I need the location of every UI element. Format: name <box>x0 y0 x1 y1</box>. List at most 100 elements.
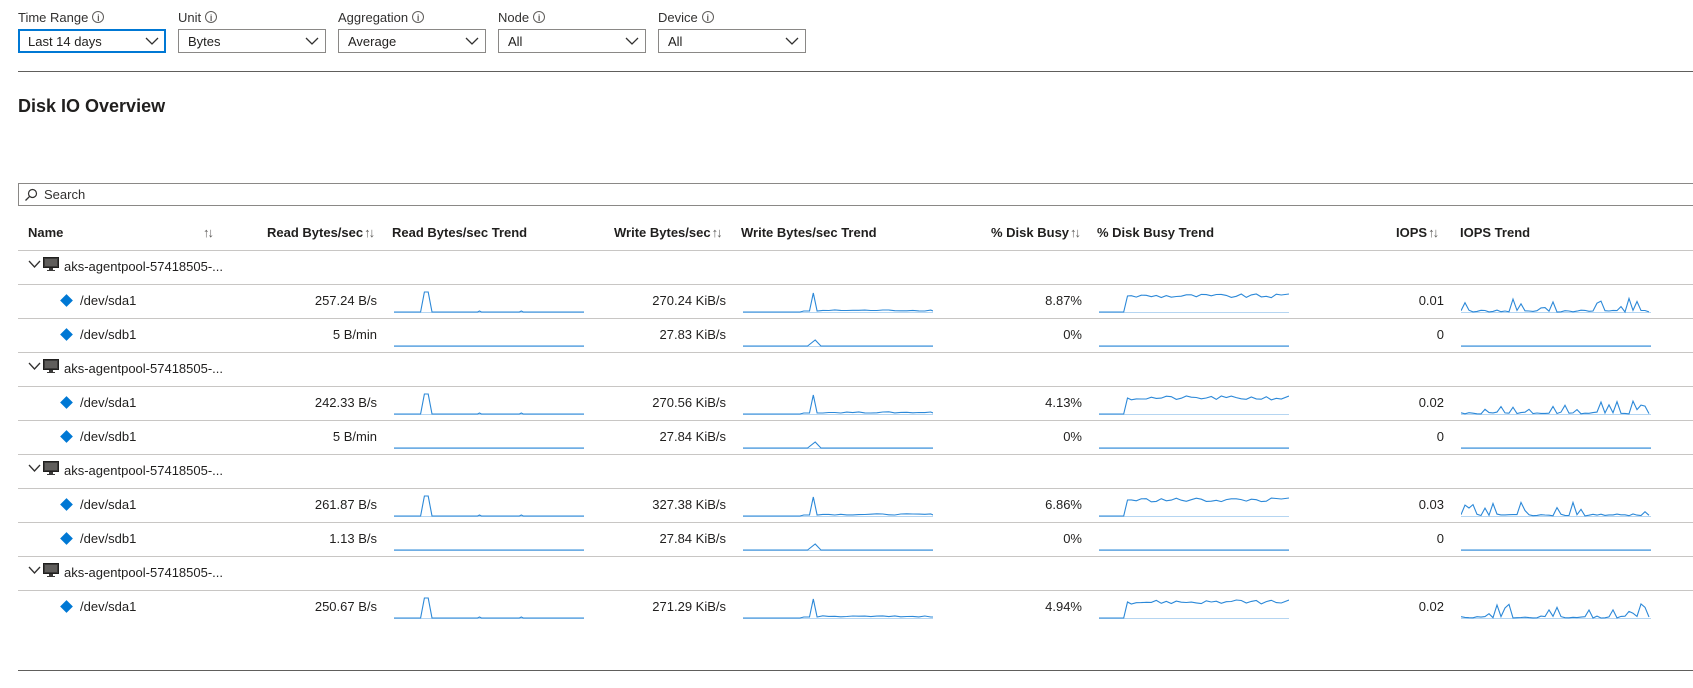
col-header-write-trend: Write Bytes/sec Trend <box>741 224 877 240</box>
sort-icon: ↑↓ <box>1428 224 1439 240</box>
header-label: Read Bytes/sec <box>267 224 364 240</box>
info-icon[interactable]: i <box>412 11 425 23</box>
divider <box>18 71 1693 72</box>
write-bytes-value: 327.38 KiB/s <box>652 497 726 512</box>
node-name: aks-agentpool-57418505-... <box>64 463 224 478</box>
header-label: % Disk Busy <box>991 224 1070 240</box>
disk-busy-value: 4.13% <box>1045 395 1082 410</box>
unit-dropdown[interactable]: Bytes <box>178 29 326 53</box>
disk-icon <box>60 430 73 443</box>
node-group-row[interactable]: aks-agentpool-57418505-... <box>0 556 1693 590</box>
node-name: aks-agentpool-57418505-... <box>64 361 224 376</box>
device-row[interactable]: /dev/sda1 257.24 B/s 270.24 KiB/s 8.87% 0.01 <box>0 284 1693 318</box>
write-trend-line <box>743 394 933 415</box>
sort-icon: ↑↓ <box>364 224 375 240</box>
read-sparkline <box>394 393 584 415</box>
disk-icon <box>60 396 73 409</box>
device-row[interactable]: /dev/sda1 242.33 B/s 270.56 KiB/s 4.13% 0.02 <box>0 386 1693 420</box>
write-bytes-value: 27.84 KiB/s <box>659 531 727 546</box>
col-header-iops[interactable]: IOPS ↑↓ <box>1396 224 1439 240</box>
node-group-row[interactable]: aks-agentpool-57418505-... <box>0 454 1693 488</box>
device-name: /dev/sda1 <box>80 395 137 410</box>
filter-node: Node i All <box>498 8 646 53</box>
info-icon[interactable]: i <box>533 11 546 23</box>
busy-sparkline <box>1099 293 1289 313</box>
chevron-down-icon[interactable] <box>28 463 41 473</box>
header-label: Read Bytes/sec Trend <box>392 224 528 240</box>
read-sparkline <box>394 291 584 313</box>
read-trend-line <box>394 291 584 313</box>
iops-trend-line <box>1461 296 1650 314</box>
chevron-down-icon[interactable] <box>28 361 41 371</box>
node-group-row[interactable]: aks-agentpool-57418505-... <box>0 250 1693 284</box>
device-row[interactable]: /dev/sda1 250.67 B/s 271.29 KiB/s 4.94% 0.02 <box>0 590 1693 624</box>
iops-sparkline <box>1461 500 1651 517</box>
device-row[interactable]: /dev/sdb1 1.13 B/s 27.84 KiB/s 0% 0 <box>0 522 1693 556</box>
write-trend-line <box>743 441 933 449</box>
read-bytes-value: 250.67 B/s <box>314 599 377 614</box>
device-row[interactable]: /dev/sdb1 5 B/min 27.84 KiB/s 0% 0 <box>0 420 1693 454</box>
busy-sparkline <box>1099 497 1289 517</box>
iops-value: 0.01 <box>1418 293 1444 308</box>
read-bytes-value: 5 B/min <box>332 429 377 444</box>
write-sparkline <box>743 292 933 313</box>
busy-trend-line <box>1099 395 1289 415</box>
read-trend-line <box>394 495 584 517</box>
device-dropdown[interactable]: All <box>658 29 806 53</box>
header-label: Name <box>28 224 64 240</box>
disk-busy-value: 4.94% <box>1045 599 1082 614</box>
read-bytes-value: 257.24 B/s <box>314 293 377 308</box>
disk-icon <box>60 294 73 307</box>
chevron-down-icon <box>785 37 799 45</box>
chevron-down-icon <box>305 37 319 45</box>
search-input[interactable]: Search <box>44 187 85 202</box>
chevron-down-icon[interactable] <box>28 565 41 575</box>
write-sparkline <box>743 496 933 517</box>
busy-sparkline <box>1099 447 1289 449</box>
chevron-down-icon[interactable] <box>28 259 41 269</box>
info-icon[interactable]: i <box>701 11 714 23</box>
disk-busy-value: 8.87% <box>1045 293 1082 308</box>
computer-icon <box>43 359 59 373</box>
device-name: /dev/sda1 <box>80 293 137 308</box>
node-dropdown[interactable]: All <box>498 29 646 53</box>
write-trend-line <box>743 496 933 517</box>
header-label: IOPS Trend <box>1460 224 1531 240</box>
iops-value: 0 <box>1436 327 1444 342</box>
aggregation-dropdown[interactable]: Average <box>338 29 486 53</box>
header-label: Write Bytes/sec Trend <box>741 224 877 240</box>
filter-label: Time Range <box>18 9 89 25</box>
device-row[interactable]: /dev/sda1 261.87 B/s 327.38 KiB/s 6.86% 0.03 <box>0 488 1693 522</box>
node-group-row[interactable]: aks-agentpool-57418505-... <box>0 352 1693 386</box>
col-header-name[interactable]: Name <box>28 224 63 240</box>
info-icon[interactable]: i <box>205 11 218 23</box>
name-sort-icon[interactable]: ↑↓ <box>202 224 214 240</box>
search-box[interactable]: Search <box>18 183 1693 206</box>
info-icon[interactable]: i <box>92 11 105 23</box>
header-label: Write Bytes/sec <box>614 224 711 240</box>
iops-value: 0 <box>1436 531 1444 546</box>
write-trend-line <box>743 543 933 551</box>
col-header-read[interactable]: Read Bytes/sec ↑↓ <box>267 224 375 240</box>
time-range-dropdown[interactable]: Last 14 days <box>18 29 166 53</box>
dropdown-value: All <box>508 33 523 49</box>
read-sparkline <box>394 447 584 449</box>
filter-time-range: Time Range i Last 14 days <box>18 8 166 53</box>
col-header-busy[interactable]: % Disk Busy ↑↓ <box>991 224 1081 240</box>
read-sparkline <box>394 597 584 619</box>
write-bytes-value: 27.84 KiB/s <box>659 429 727 444</box>
device-row[interactable]: /dev/sdb1 5 B/min 27.83 KiB/s 0% 0 <box>0 318 1693 352</box>
node-name: aks-agentpool-57418505-... <box>64 565 224 580</box>
device-name: /dev/sdb1 <box>80 327 137 342</box>
read-bytes-value: 261.87 B/s <box>314 497 377 512</box>
filter-label: Device <box>658 9 698 25</box>
col-header-write[interactable]: Write Bytes/sec ↑↓ <box>614 224 723 240</box>
iops-value: 0.02 <box>1418 599 1444 614</box>
iops-value: 0.03 <box>1418 497 1444 512</box>
computer-icon <box>43 563 59 577</box>
disk-icon <box>60 328 73 341</box>
iops-sparkline <box>1461 603 1651 619</box>
iops-trend-line <box>1461 399 1650 415</box>
node-name: aks-agentpool-57418505-... <box>64 259 224 274</box>
read-bytes-value: 1.13 B/s <box>329 531 377 546</box>
